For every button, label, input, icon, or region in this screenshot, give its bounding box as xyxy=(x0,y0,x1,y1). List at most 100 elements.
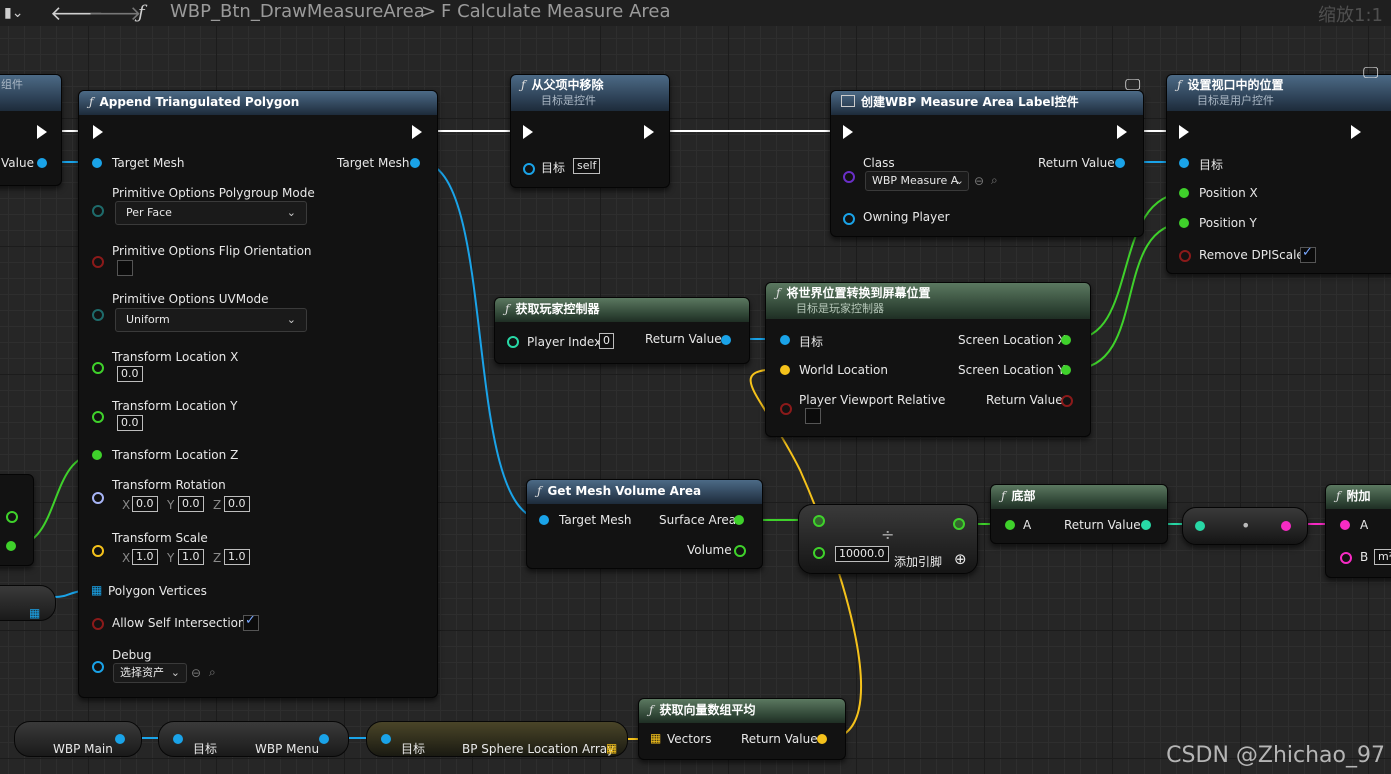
remove-dpi-pin[interactable] xyxy=(1179,250,1191,262)
divide-b-input[interactable]: 10000.0 xyxy=(835,546,889,562)
search-icon[interactable]: ⌕ xyxy=(209,665,216,680)
exec-out-pin[interactable] xyxy=(644,125,654,139)
target-mesh-pin[interactable] xyxy=(539,515,549,525)
target-pin[interactable] xyxy=(523,163,535,175)
volume-pin[interactable] xyxy=(734,545,746,557)
add-pin-label[interactable]: 添加引脚 xyxy=(894,553,942,570)
location-y-input[interactable]: 0.0 xyxy=(117,415,143,431)
flip-orientation-pin[interactable] xyxy=(92,256,104,268)
array-grid-icon[interactable]: ▦ xyxy=(29,596,40,630)
exec-out-pin[interactable] xyxy=(412,125,422,139)
breadcrumb-function[interactable]: F Calculate Measure Area xyxy=(441,1,671,22)
array-grid-icon[interactable]: ▦ xyxy=(606,731,617,765)
uv-mode-dropdown[interactable]: Uniform ⌄ xyxy=(115,308,307,332)
vector-array-average-node[interactable]: ƒ 获取向量数组平均 ▦ Vectors Return Value xyxy=(638,698,846,760)
scale-y-input[interactable]: 1.0 xyxy=(178,549,204,565)
forward-arrow-icon[interactable]: 🡒 xyxy=(88,0,142,26)
wbp-main-variable[interactable]: WBP Main xyxy=(14,721,142,757)
project-world-to-screen-node[interactable]: ƒ 将世界位置转换到屏幕位置 目标是玩家控制器 目标 World Location … xyxy=(765,282,1091,437)
location-y-pin[interactable] xyxy=(92,411,104,423)
location-x-pin[interactable] xyxy=(92,362,104,374)
polygroup-mode-dropdown[interactable]: Per Face ⌄ xyxy=(115,201,307,225)
rotation-x-input[interactable]: 0.0 xyxy=(132,496,158,512)
wbp-menu-target-pin[interactable] xyxy=(173,734,183,744)
append-b-pin[interactable] xyxy=(1340,552,1352,564)
rotation-y-input[interactable]: 0.0 xyxy=(178,496,204,512)
append-triangulated-polygon-node[interactable]: ƒ Append Triangulated Polygon Target Mesh… xyxy=(78,90,438,698)
position-y-pin[interactable] xyxy=(1179,218,1189,228)
target-pin[interactable] xyxy=(1179,158,1189,168)
exec-in-pin[interactable] xyxy=(843,125,853,139)
return-value-pin[interactable] xyxy=(1115,158,1125,168)
surface-area-pin[interactable] xyxy=(734,515,744,525)
exec-out-pin[interactable] xyxy=(1351,125,1361,139)
class-dropdown[interactable]: WBP Measure A ⌄ xyxy=(865,171,969,191)
set-position-in-viewport-node[interactable]: ƒ 设置视口中的位置 目标是用户控件 🖵 目标 Position X Positio… xyxy=(1166,63,1391,274)
remove-dpi-checkbox[interactable] xyxy=(1300,245,1316,263)
position-x-pin[interactable] xyxy=(1179,188,1189,198)
player-index-pin[interactable] xyxy=(507,336,519,348)
location-z-pin[interactable] xyxy=(92,450,102,460)
return-value-pin[interactable] xyxy=(1061,395,1073,407)
location-x-input[interactable]: 0.0 xyxy=(117,366,143,382)
wbp-main-out-pin[interactable] xyxy=(115,734,125,744)
scale-z-input[interactable]: 1.0 xyxy=(224,549,250,565)
int-to-string-node[interactable]: • xyxy=(1182,507,1308,545)
debug-pin[interactable] xyxy=(92,661,104,673)
array-grid-icon[interactable]: ▦ xyxy=(91,583,102,597)
partial-array-variable[interactable]: ▦ xyxy=(0,585,56,621)
sphere-location-array-variable[interactable]: 目标 BP Sphere Location Array ▦ xyxy=(366,721,628,757)
target-pin[interactable] xyxy=(780,335,790,345)
class-pin[interactable] xyxy=(843,171,855,183)
array-grid-icon[interactable]: ▦ xyxy=(650,731,661,745)
screen-x-pin[interactable] xyxy=(1061,335,1071,345)
self-intersections-checkbox[interactable] xyxy=(243,613,259,631)
partial-node-left[interactable]: 组件 Value xyxy=(0,74,62,186)
remove-from-parent-node[interactable]: ƒ 从父项中移除 目标是控件 目标 self xyxy=(510,74,670,188)
polygroup-mode-pin[interactable] xyxy=(92,205,104,217)
sphere-target-pin[interactable] xyxy=(381,734,391,744)
debug-asset-dropdown[interactable]: 选择资产 ⌄ xyxy=(113,663,187,683)
uv-mode-pin[interactable] xyxy=(92,309,104,321)
back-arrow-icon[interactable]: ⊖ xyxy=(974,174,984,188)
divide-b-pin[interactable] xyxy=(813,547,825,559)
rotation-z-input[interactable]: 0.0 xyxy=(224,496,250,512)
screen-y-pin[interactable] xyxy=(1061,365,1071,375)
player-index-input[interactable]: 0 xyxy=(599,333,614,349)
return-value-pin[interactable] xyxy=(1141,520,1151,530)
target-mesh-in-pin[interactable] xyxy=(92,158,102,168)
wbp-menu-out-pin[interactable] xyxy=(319,734,329,744)
get-mesh-volume-area-node[interactable]: ƒ Get Mesh Volume Area Target Mesh Surfac… xyxy=(526,479,763,569)
viewport-relative-pin[interactable] xyxy=(780,403,792,415)
append-string-node[interactable]: ƒ 附加 A B m² xyxy=(1325,484,1391,578)
rotation-pin[interactable] xyxy=(92,492,104,504)
floor-node[interactable]: ƒ 底部 A Return Value xyxy=(990,484,1168,544)
get-player-controller-node[interactable]: ƒ 获取玩家控制器 Player Index 0 Return Value xyxy=(494,297,750,364)
owning-player-pin[interactable] xyxy=(843,213,855,225)
value-out-pin[interactable] xyxy=(37,158,47,168)
return-value-pin[interactable] xyxy=(817,734,827,744)
append-a-pin[interactable] xyxy=(1340,520,1350,530)
exec-in-pin[interactable] xyxy=(93,125,103,139)
exec-out-pin[interactable] xyxy=(1117,125,1127,139)
back-arrow-icon[interactable]: ⊖ xyxy=(191,666,201,680)
exec-out-pin[interactable] xyxy=(37,125,47,139)
convert-out-pin[interactable] xyxy=(1281,521,1291,531)
return-value-pin[interactable] xyxy=(721,335,731,345)
partial-node-left-lower[interactable] xyxy=(0,474,34,566)
scale-x-input[interactable]: 1.0 xyxy=(132,549,158,565)
exec-in-pin[interactable] xyxy=(523,125,533,139)
divide-out-pin[interactable] xyxy=(953,518,965,530)
flip-orientation-checkbox[interactable] xyxy=(117,260,133,276)
target-value[interactable]: self xyxy=(573,158,601,174)
append-b-input[interactable]: m² xyxy=(1374,549,1391,565)
self-intersections-pin[interactable] xyxy=(92,618,104,630)
plus-circle-icon[interactable]: ⊕ xyxy=(954,550,967,568)
target-mesh-out-pin[interactable] xyxy=(410,158,420,168)
partial-float-out-pin-2[interactable] xyxy=(6,541,16,551)
scale-pin[interactable] xyxy=(92,545,104,557)
world-location-pin[interactable] xyxy=(780,365,790,375)
breadcrumb-graph[interactable]: WBP_Btn_DrawMeasureArea xyxy=(170,1,425,22)
divide-node[interactable]: 10000.0 ÷ 添加引脚 ⊕ xyxy=(798,504,978,574)
search-icon[interactable]: ⌕ xyxy=(991,173,998,188)
